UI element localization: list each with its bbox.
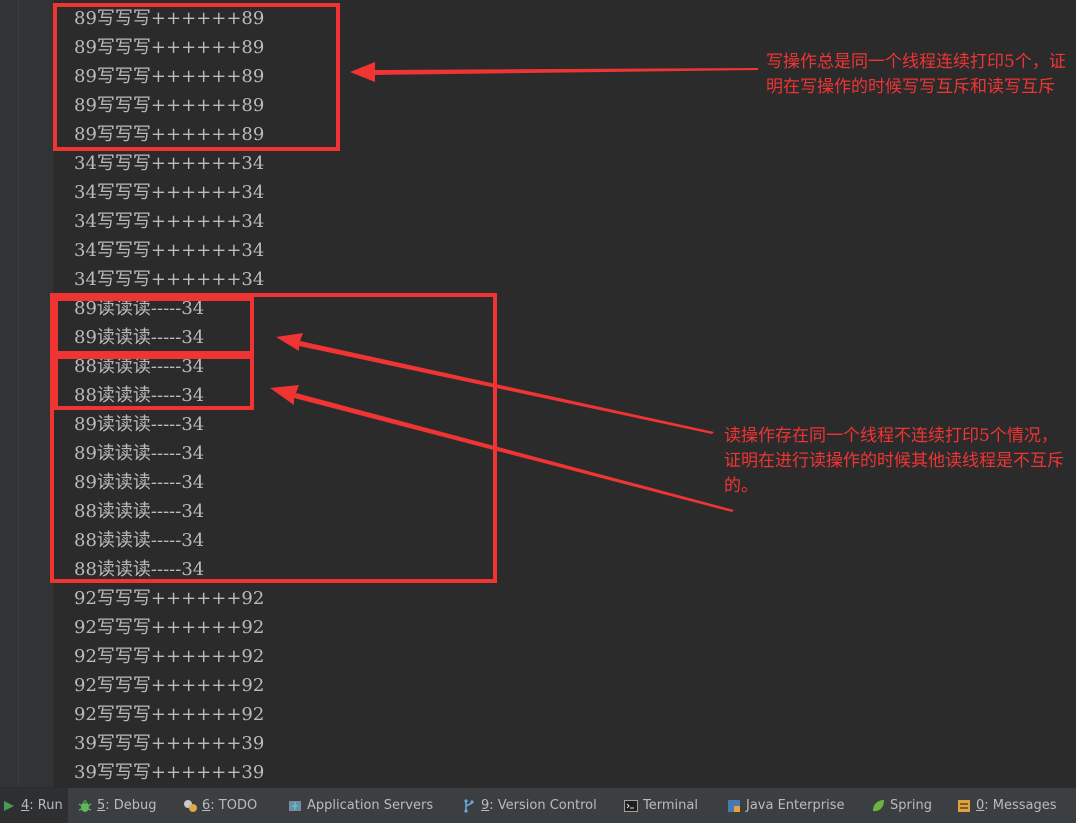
write-highlight-box [53,3,340,151]
read-highlight-box-88 [54,355,254,410]
console-line: 92写写写++++++92 [74,617,265,638]
todo-tool-button[interactable]: 6: TODO [183,788,257,823]
java-enterprise-icon [728,799,740,812]
globe-icon [289,800,301,811]
read-highlight-box-89 [54,297,254,355]
tool-window-bar: 4: Run 5: Debug 6: TODO Application Serv… [0,787,1076,823]
messages-tool-label: : Messages [984,798,1057,813]
messages-tool-button[interactable]: 0: Messages [957,788,1057,823]
console-line: 34写写写++++++34 [74,153,265,174]
write-annotation-note: 写操作总是同一个线程连续打印5个，证明在写操作的时候写写互斥和读写互斥 [766,52,1066,97]
console-line: 34写写写++++++34 [74,240,265,261]
debug-tool-button[interactable]: 5: Debug [78,788,157,823]
bug-icon [78,799,92,812]
messages-tool-number: 0 [976,798,985,813]
editor-gutter [0,0,54,787]
arrow-write [350,62,758,82]
console-line: 39写写写++++++39 [74,762,265,783]
read-annotation-note: 读操作存在同一个线程不连续打印5个情况，证明在进行读操作的时候其他读线程是不互斥… [724,426,1064,496]
version-control-tool-number: 9 [481,798,490,813]
console-line: 92写写写++++++92 [74,704,265,725]
application-servers-tool-label: Application Servers [307,798,434,813]
gutter-divider [18,0,19,787]
version-control-tool-button[interactable]: 9: Version Control [462,788,597,823]
terminal-tool-button[interactable]: Terminal [624,788,698,823]
version-control-tool-label: : Version Control [489,798,597,813]
debug-tool-label: : Debug [105,798,157,813]
console-line: 92写写写++++++92 [74,646,265,667]
java-enterprise-tool-button[interactable]: Java Enterprise [727,788,844,823]
console-line: 34写写写++++++34 [74,269,265,290]
console-line: 92写写写++++++92 [74,588,265,609]
application-servers-tool-button[interactable]: Application Servers [288,788,433,823]
terminal-icon [624,799,638,812]
todo-tool-label: : TODO [210,798,258,813]
run-tool-number: 4 [21,798,30,813]
messages-icon [958,799,970,812]
spring-tool-button[interactable]: Spring [871,788,932,823]
todo-tool-number: 6 [202,798,211,813]
todo-icon [184,799,197,812]
console-line: 34写写写++++++34 [74,182,265,203]
console-line: 92写写写++++++92 [74,675,265,696]
java-enterprise-tool-label: Java Enterprise [746,798,845,813]
leaf-icon [873,799,884,811]
run-tool-label: : Run [29,798,63,813]
terminal-tool-label: Terminal [643,798,698,813]
run-tool-button[interactable]: 4: Run [0,788,68,823]
console-line: 34写写写++++++34 [74,211,265,232]
debug-tool-number: 5 [97,798,106,813]
spring-tool-label: Spring [890,798,932,813]
branch-icon [464,798,474,813]
console-line: 39写写写++++++39 [74,733,265,754]
run-icon [4,800,14,811]
